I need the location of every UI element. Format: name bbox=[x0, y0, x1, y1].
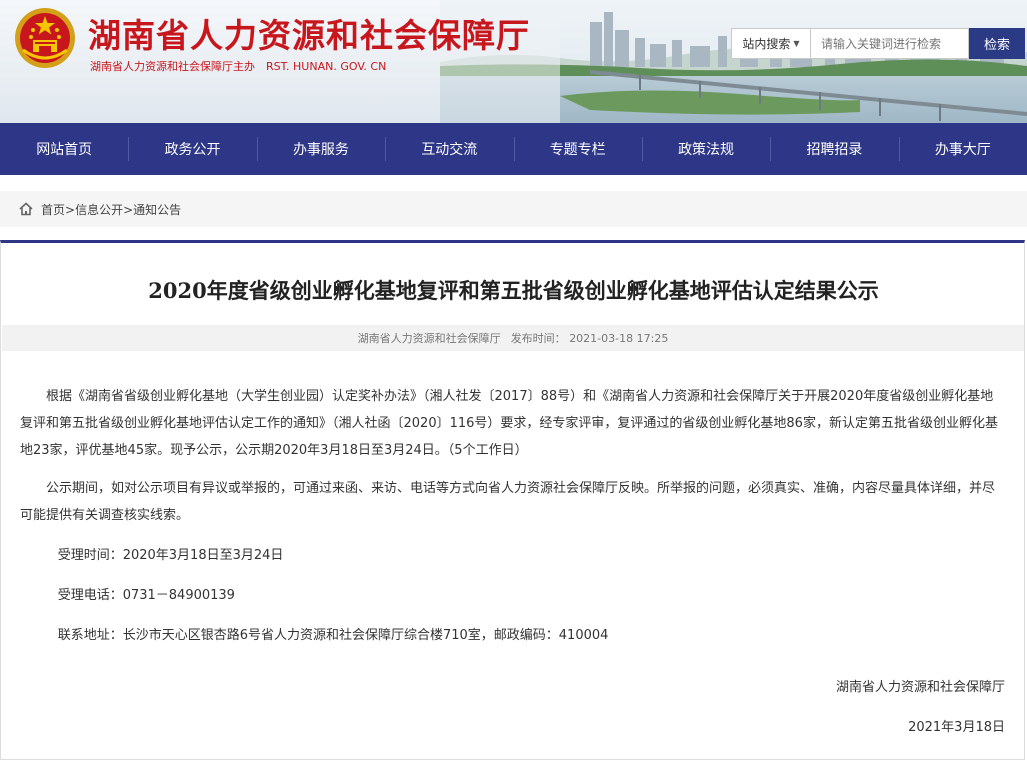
nav-item-service-hall[interactable]: 办事大厅 bbox=[898, 123, 1027, 175]
site-search: 站内搜索 ▼ 检索 bbox=[731, 28, 1025, 59]
caret-down-icon: ▼ bbox=[793, 39, 800, 48]
breadcrumb-info-public[interactable]: >信息公开 bbox=[65, 201, 123, 218]
search-scope-label: 站内搜索 bbox=[742, 37, 791, 51]
nav-item-interaction[interactable]: 互动交流 bbox=[385, 123, 513, 175]
contact-address: 联系地址：长沙市天心区银杏路6号省人力资源和社会保障厅综合楼710室，邮政编码：… bbox=[57, 628, 609, 643]
publish-time-value: 2021-03-18 17:25 bbox=[569, 332, 669, 345]
accept-phone: 受理电话：0731－84900139 bbox=[57, 588, 235, 603]
article-title: 2020年度省级创业孵化基地复评和第五批省级创业孵化基地评估认定结果公示 bbox=[148, 278, 879, 303]
nav-item-services[interactable]: 办事服务 bbox=[256, 123, 385, 175]
article-paragraph: 公示期间，如对公示项目有异议或举报的，可通过来函、来访、电话等方式向省人力资源社… bbox=[20, 481, 996, 523]
search-scope-select[interactable]: 站内搜索 ▼ bbox=[731, 28, 811, 59]
nav-item-home[interactable]: 网站首页 bbox=[0, 123, 128, 175]
article-body: 根据《湖南省省级创业孵化基地（大学生创业园）认定奖补办法》（湘人社发〔2017〕… bbox=[20, 383, 1005, 649]
site-subtitle: 湖南省人力资源和社会保障厅主办 RST. HUNAN. GOV. CN bbox=[90, 60, 387, 73]
national-emblem-icon bbox=[15, 8, 75, 68]
article-paragraph: 根据《湖南省省级创业孵化基地（大学生创业园）认定奖补办法》（湘人社发〔2017〕… bbox=[20, 389, 998, 458]
nav-item-special-topics[interactable]: 专题专栏 bbox=[513, 123, 642, 175]
main-navigation: 网站首页 政务公开 办事服务 互动交流 专题专栏 政策法规 招聘招录 办事大厅 bbox=[0, 123, 1027, 175]
article-date: 2021年3月18日 bbox=[908, 720, 1005, 735]
breadcrumb-home[interactable]: 首页 bbox=[41, 201, 65, 218]
site-banner: 湖南省人力资源和社会保障厅 湖南省人力资源和社会保障厅主办 RST. HUNAN… bbox=[0, 0, 1027, 123]
publish-time-label: 发布时间： bbox=[510, 332, 566, 345]
site-title: 湖南省人力资源和社会保障厅 bbox=[88, 16, 530, 55]
accept-time: 受理时间：2020年3月18日至3月24日 bbox=[57, 548, 284, 563]
article-meta: 湖南省人力资源和社会保障厅 发布时间： 2021-03-18 17:25 bbox=[2, 325, 1024, 351]
nav-item-recruitment[interactable]: 招聘招录 bbox=[770, 123, 898, 175]
publish-time: 发布时间： 2021-03-18 17:25 bbox=[511, 330, 669, 346]
home-icon bbox=[19, 202, 33, 216]
search-input[interactable] bbox=[811, 28, 969, 59]
breadcrumb-notices[interactable]: >通知公告 bbox=[123, 201, 181, 218]
breadcrumb: 首页 >信息公开 >通知公告 bbox=[0, 191, 1027, 227]
nav-item-policies[interactable]: 政策法规 bbox=[641, 123, 770, 175]
article-signature: 湖南省人力资源和社会保障厅 bbox=[835, 680, 1005, 695]
article-source: 湖南省人力资源和社会保障厅 bbox=[357, 332, 501, 345]
search-button[interactable]: 检索 bbox=[969, 28, 1025, 59]
nav-item-government-affairs[interactable]: 政务公开 bbox=[128, 123, 256, 175]
